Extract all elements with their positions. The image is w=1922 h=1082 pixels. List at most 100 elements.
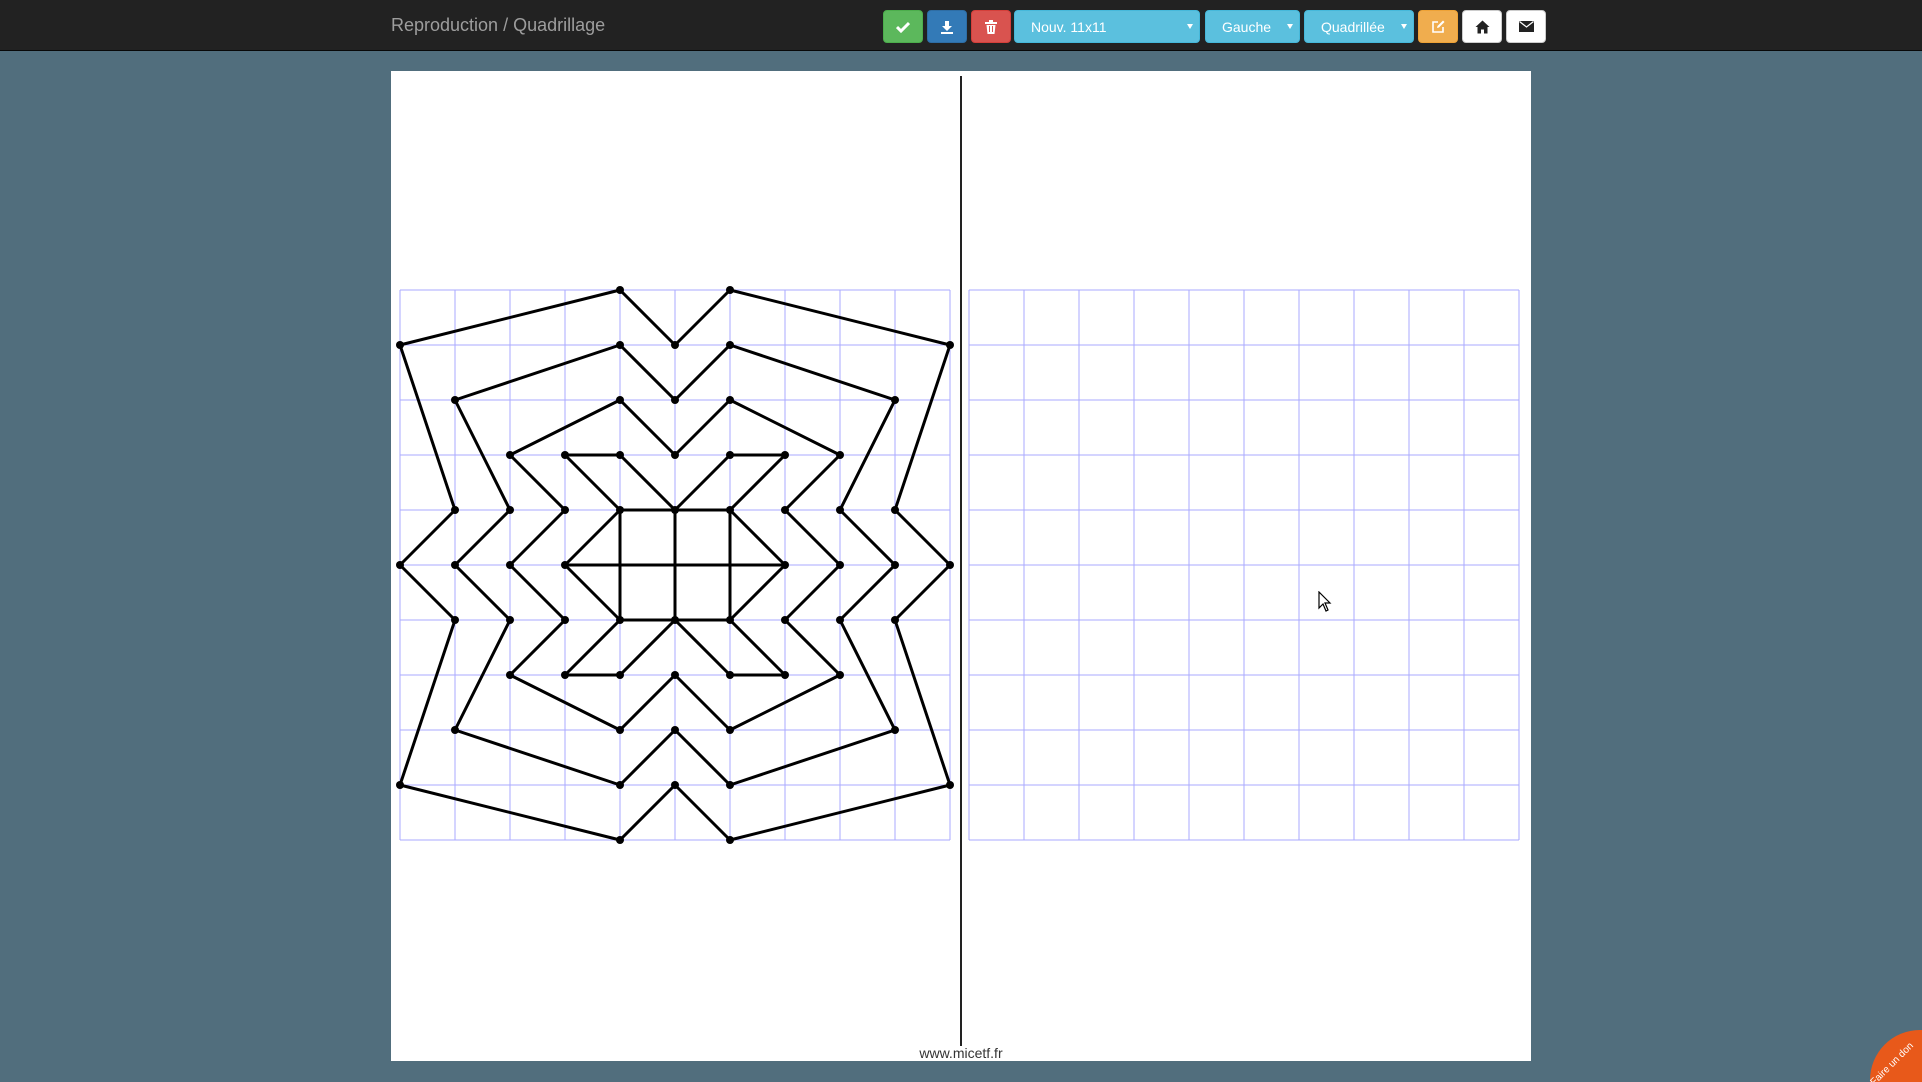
delete-button[interactable] bbox=[971, 10, 1011, 43]
figure-segment bbox=[893, 508, 952, 567]
home-button[interactable] bbox=[1462, 10, 1502, 43]
figure-point bbox=[836, 616, 844, 624]
figure-point bbox=[891, 561, 899, 569]
figure-segment bbox=[673, 673, 732, 732]
figure-segment bbox=[893, 563, 952, 622]
site-credit[interactable]: www.micetf.fr bbox=[391, 1045, 1531, 1061]
figure-segment bbox=[673, 343, 732, 402]
figure-point bbox=[726, 616, 734, 624]
app-title[interactable]: Reproduction / Quadrillage bbox=[391, 15, 605, 35]
figure-segment bbox=[618, 728, 677, 787]
figure-point bbox=[726, 726, 734, 734]
figure-point bbox=[561, 671, 569, 679]
side-dropdown[interactable]: Gauche bbox=[1205, 10, 1300, 43]
figure-segment bbox=[783, 453, 842, 512]
figure-point bbox=[451, 396, 459, 404]
figure-segment bbox=[893, 343, 952, 512]
figure-segment bbox=[783, 618, 842, 677]
figure-segment bbox=[673, 728, 732, 787]
figure-point bbox=[726, 671, 734, 679]
figure-point bbox=[781, 561, 789, 569]
figure-segment bbox=[838, 563, 897, 622]
figure-point bbox=[616, 616, 624, 624]
figure-point bbox=[671, 341, 679, 349]
figure-segment bbox=[508, 453, 567, 512]
figure-point bbox=[451, 616, 459, 624]
figure-segment bbox=[728, 508, 787, 567]
reproduction-grid[interactable] bbox=[968, 289, 1520, 841]
model-dropdown[interactable]: Nouv. 11x11 bbox=[1014, 10, 1200, 43]
figure-segment bbox=[398, 343, 457, 512]
figure-point bbox=[396, 781, 404, 789]
figure-point bbox=[616, 781, 624, 789]
figure-point bbox=[891, 616, 899, 624]
figure-segment bbox=[728, 453, 787, 512]
figure-point bbox=[671, 726, 679, 734]
figure-segment bbox=[728, 343, 897, 402]
figure-segment bbox=[618, 618, 677, 677]
figure-segment bbox=[728, 563, 787, 622]
figure-point bbox=[671, 451, 679, 459]
figure-point bbox=[891, 396, 899, 404]
figure-segment bbox=[673, 783, 732, 842]
figure-point bbox=[836, 671, 844, 679]
figure-point bbox=[616, 726, 624, 734]
model-dropdown-label: Nouv. 11x11 bbox=[1031, 18, 1107, 35]
validate-button[interactable] bbox=[883, 10, 923, 43]
figure-point bbox=[616, 671, 624, 679]
figure-point bbox=[506, 616, 514, 624]
figure-point bbox=[561, 506, 569, 514]
figure-segment bbox=[618, 673, 677, 732]
figure-point bbox=[561, 616, 569, 624]
figure-point bbox=[671, 781, 679, 789]
figure-segment bbox=[398, 563, 457, 622]
chevron-down-icon bbox=[1287, 24, 1293, 29]
paper-dropdown[interactable]: Quadrillée bbox=[1304, 10, 1414, 43]
figure-segment bbox=[508, 508, 567, 567]
figure-point bbox=[836, 506, 844, 514]
figure-point bbox=[891, 506, 899, 514]
figure-point bbox=[946, 781, 954, 789]
figure-segment bbox=[453, 343, 622, 402]
figure-point bbox=[561, 561, 569, 569]
figure-segment bbox=[673, 398, 732, 457]
check-icon bbox=[896, 21, 910, 33]
figure-segment bbox=[398, 618, 457, 787]
figure-point bbox=[506, 506, 514, 514]
figure-point bbox=[506, 561, 514, 569]
edit-button[interactable] bbox=[1418, 10, 1458, 43]
drawing-board[interactable] bbox=[391, 71, 1531, 1061]
figure-segment bbox=[508, 563, 567, 622]
download-button[interactable] bbox=[927, 10, 967, 43]
figure-segment bbox=[508, 618, 567, 677]
figure-segment bbox=[563, 453, 622, 512]
figure-point bbox=[616, 451, 624, 459]
figure-point bbox=[726, 396, 734, 404]
donate-badge-icon: Faire un don bbox=[1868, 1030, 1922, 1082]
figure-point bbox=[396, 341, 404, 349]
edit-icon bbox=[1431, 20, 1445, 34]
trash-icon bbox=[985, 19, 997, 34]
figure-segment bbox=[618, 783, 677, 842]
figure-point bbox=[781, 616, 789, 624]
figure-point bbox=[671, 506, 679, 514]
figure-segment bbox=[398, 508, 457, 567]
figure-segment bbox=[618, 398, 677, 457]
figure-point bbox=[396, 561, 404, 569]
home-icon bbox=[1475, 20, 1490, 34]
drawing-sheet: www.micetf.fr bbox=[391, 71, 1531, 1061]
figure-point bbox=[506, 671, 514, 679]
figure-point bbox=[726, 836, 734, 844]
figure-point bbox=[671, 671, 679, 679]
figure-point bbox=[616, 286, 624, 294]
figure-point bbox=[671, 396, 679, 404]
mail-button[interactable] bbox=[1506, 10, 1546, 43]
figure-point bbox=[726, 451, 734, 459]
top-navbar: Reproduction / Quadrillage Nouv. 11x11 G… bbox=[0, 0, 1922, 51]
figure-segment bbox=[618, 343, 677, 402]
figure-point bbox=[836, 561, 844, 569]
figure-point bbox=[451, 726, 459, 734]
donate-ribbon[interactable]: Faire un don bbox=[1860, 1020, 1922, 1082]
figure-segment bbox=[728, 618, 787, 677]
figure-segment bbox=[728, 728, 897, 787]
